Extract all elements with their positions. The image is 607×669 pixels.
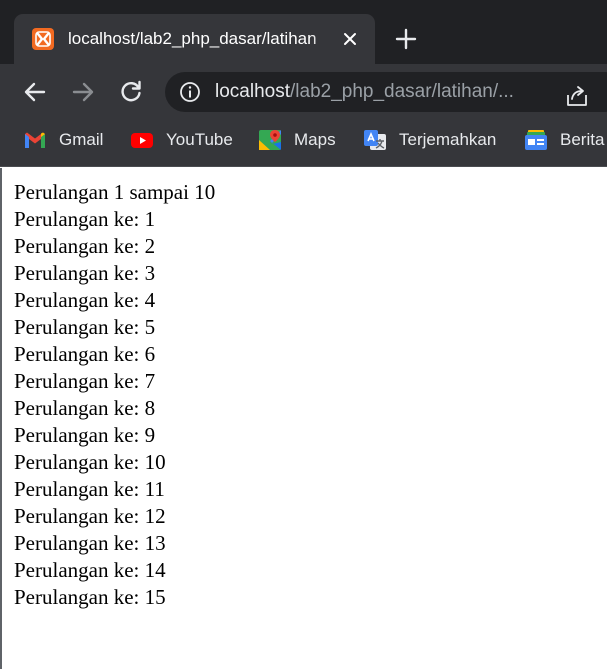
bookmarks-bar: Gmail YouTube Maps Terjemahkan Berita <box>0 120 607 167</box>
url-text: localhost/lab2_php_dasar/latihan/... <box>215 80 514 104</box>
url-path: /lab2_php_dasar/latihan/... <box>290 81 514 102</box>
bookmark-label: Terjemahkan <box>399 130 497 149</box>
youtube-icon <box>130 128 154 152</box>
loop-line: Perulangan ke: 3 <box>14 261 156 285</box>
loop-line: Perulangan ke: 7 <box>14 369 156 393</box>
browser-tab[interactable]: localhost/lab2_php_dasar/latihan <box>14 14 375 64</box>
maps-icon <box>258 128 282 152</box>
news-icon <box>524 128 548 152</box>
translate-icon <box>363 128 387 152</box>
loop-line: Perulangan ke: 9 <box>14 423 156 447</box>
loop-line: Perulangan ke: 15 <box>14 585 166 609</box>
xampp-favicon-icon <box>32 28 54 50</box>
share-icon[interactable] <box>564 83 590 109</box>
reload-icon[interactable] <box>117 78 145 106</box>
loop-output: Perulangan 1 sampai 10 Perulangan ke: 1 … <box>14 179 215 611</box>
bookmark-label: YouTube <box>166 130 233 149</box>
loop-line: Perulangan ke: 13 <box>14 531 166 555</box>
loop-line: Perulangan ke: 1 <box>14 207 156 231</box>
loop-line: Perulangan ke: 14 <box>14 558 166 582</box>
back-arrow-icon[interactable] <box>21 78 49 106</box>
new-tab-icon[interactable] <box>393 26 419 52</box>
loop-heading: Perulangan 1 sampai 10 <box>14 180 216 204</box>
bookmark-label: Berita <box>560 130 605 149</box>
address-bar[interactable]: localhost/lab2_php_dasar/latihan/... <box>165 72 607 112</box>
loop-line: Perulangan ke: 4 <box>14 288 156 312</box>
loop-line: Perulangan ke: 10 <box>14 450 166 474</box>
close-tab-icon[interactable] <box>339 28 361 50</box>
loop-line: Perulangan ke: 8 <box>14 396 156 420</box>
gmail-icon <box>23 128 47 152</box>
tab-title: localhost/lab2_php_dasar/latihan <box>68 28 340 50</box>
url-host: localhost <box>215 81 290 102</box>
loop-line: Perulangan ke: 6 <box>14 342 156 366</box>
tab-strip: localhost/lab2_php_dasar/latihan <box>0 0 607 64</box>
loop-line: Perulangan ke: 2 <box>14 234 156 258</box>
loop-line: Perulangan ke: 11 <box>14 477 165 501</box>
page-content: Perulangan 1 sampai 10 Perulangan ke: 1 … <box>0 168 607 669</box>
forward-arrow-icon[interactable] <box>69 78 97 106</box>
site-info-icon[interactable] <box>179 81 201 103</box>
bookmark-label: Maps <box>294 130 336 149</box>
bookmark-label: Gmail <box>59 130 104 149</box>
browser-toolbar: localhost/lab2_php_dasar/latihan/... <box>0 64 607 120</box>
loop-line: Perulangan ke: 12 <box>14 504 166 528</box>
loop-line: Perulangan ke: 5 <box>14 315 156 339</box>
